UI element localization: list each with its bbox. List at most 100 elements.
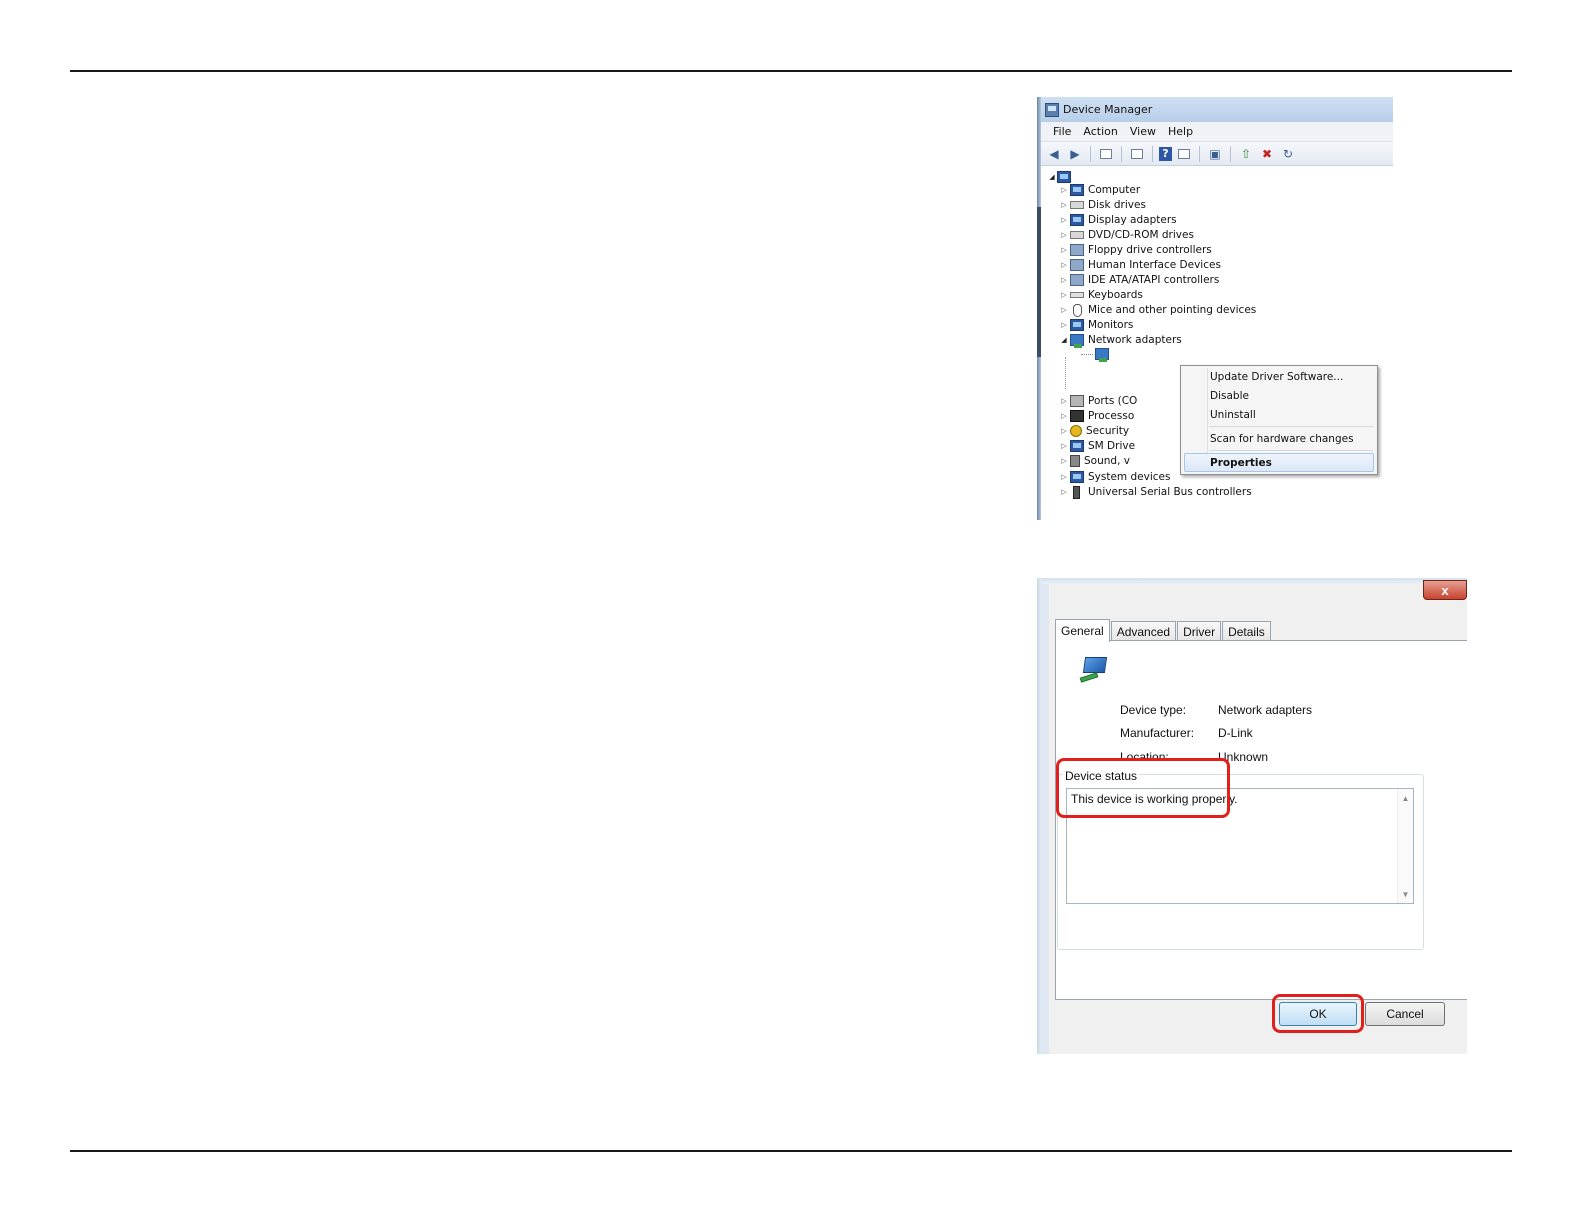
properties-menu-item[interactable]: Properties	[1210, 454, 1272, 471]
cancel-button[interactable]: Cancel	[1365, 1002, 1445, 1026]
tree-item-computer[interactable]: ▷ Computer	[1059, 183, 1140, 197]
tree-item-network-adapters[interactable]: ◢ Network adapters	[1059, 333, 1182, 348]
menu-file[interactable]: File	[1047, 125, 1077, 138]
update-driver-menu-item[interactable]: Update Driver Software...	[1210, 368, 1343, 385]
action-pane-icon[interactable]	[1175, 145, 1193, 163]
tree-item-label: Display adapters	[1088, 214, 1177, 226]
tree-connector	[1081, 353, 1093, 355]
show-hide-console-tree-icon[interactable]	[1097, 145, 1115, 163]
device-manager-icon	[1045, 102, 1059, 117]
collapse-arrow-icon[interactable]: ◢	[1047, 173, 1057, 181]
collapse-arrow-icon[interactable]: ◢	[1059, 336, 1069, 344]
device-manager-window: Device Manager File Action View Help ◀ ▶…	[1037, 97, 1393, 520]
manufacturer-value: D-Link	[1218, 726, 1253, 740]
uninstall-menu-item[interactable]: Uninstall	[1210, 406, 1256, 423]
expand-arrow-icon[interactable]: ▷	[1059, 321, 1069, 329]
expand-arrow-icon[interactable]: ▷	[1059, 412, 1069, 420]
tree-item-label: Human Interface Devices	[1088, 259, 1221, 271]
disk-drive-icon	[1070, 201, 1084, 209]
expand-arrow-icon[interactable]: ▷	[1059, 473, 1069, 481]
tree-item-ide-controllers[interactable]: ▷ IDE ATA/ATAPI controllers	[1059, 273, 1219, 287]
disable-menu-item[interactable]: Disable	[1210, 387, 1249, 404]
dialog-frame-inner	[1041, 584, 1049, 1054]
expand-arrow-icon[interactable]: ▷	[1059, 397, 1069, 405]
expand-arrow-icon[interactable]: ▷	[1059, 488, 1069, 496]
scroll-up-icon[interactable]: ▲	[1398, 791, 1413, 805]
expand-arrow-icon[interactable]: ▷	[1059, 201, 1069, 209]
dialog-frame-top	[1037, 578, 1467, 584]
expand-arrow-icon[interactable]: ▷	[1059, 186, 1069, 194]
tree-item-floppy-controllers[interactable]: ▷ Floppy drive controllers	[1059, 243, 1212, 257]
disable-icon[interactable]: ↻	[1279, 145, 1297, 163]
tree-item-processors[interactable]: ▷ Processo	[1059, 409, 1134, 423]
update-driver-icon[interactable]: ⇧	[1237, 145, 1255, 163]
uninstall-icon[interactable]: ✖	[1258, 145, 1276, 163]
expand-arrow-icon[interactable]: ▷	[1059, 427, 1069, 435]
tree-item-security[interactable]: ▷ Security	[1059, 424, 1129, 438]
usb-icon	[1073, 485, 1080, 499]
scan-hardware-icon[interactable]: ▣	[1206, 145, 1224, 163]
manufacturer-label: Manufacturer:	[1120, 726, 1195, 740]
device-status-highlight	[1056, 758, 1230, 818]
tree-item-hid[interactable]: ▷ Human Interface Devices	[1059, 258, 1221, 272]
menu-help[interactable]: Help	[1162, 125, 1199, 138]
tree-item-dvd-drives[interactable]: ▷ DVD/CD-ROM drives	[1059, 228, 1194, 242]
tab-advanced[interactable]: Advanced	[1110, 621, 1177, 641]
tree-item-sound[interactable]: ▷ Sound, v	[1059, 454, 1130, 468]
help-icon[interactable]: ?	[1159, 146, 1172, 161]
tree-root[interactable]: ◢	[1047, 171, 1075, 183]
tree-item-usb-controllers[interactable]: ▷ Universal Serial Bus controllers	[1059, 485, 1252, 499]
tab-details[interactable]: Details	[1222, 621, 1271, 641]
menu-bar: File Action View Help	[1041, 122, 1393, 142]
expand-arrow-icon[interactable]: ▷	[1059, 442, 1069, 450]
tree-item-system-devices[interactable]: ▷ System devices	[1059, 470, 1170, 484]
ide-controller-icon	[1070, 274, 1084, 286]
close-button[interactable]: x	[1423, 580, 1467, 600]
tree-item-label: System devices	[1088, 471, 1171, 483]
ok-button-highlight	[1272, 994, 1364, 1033]
tree-item-monitors[interactable]: ▷ Monitors	[1059, 318, 1133, 332]
network-adapter-device[interactable]	[1081, 348, 1113, 362]
properties-icon[interactable]	[1128, 145, 1146, 163]
tree-item-sm-driver[interactable]: ▷ SM Drive	[1059, 439, 1135, 453]
status-scrollbar[interactable]: ▲ ▼	[1397, 789, 1413, 903]
system-device-icon	[1070, 471, 1084, 483]
tree-item-mice[interactable]: ▷ Mice and other pointing devices	[1059, 303, 1256, 317]
keyboard-icon	[1070, 292, 1084, 298]
expand-arrow-icon[interactable]: ▷	[1059, 231, 1069, 239]
computer-icon	[1057, 171, 1071, 183]
forward-arrow-icon[interactable]: ▶	[1066, 145, 1084, 163]
menu-action[interactable]: Action	[1077, 125, 1123, 138]
toolbar-separator	[1199, 145, 1200, 162]
expand-arrow-icon[interactable]: ▷	[1059, 276, 1069, 284]
expand-arrow-icon[interactable]: ▷	[1059, 261, 1069, 269]
tree-item-label: Disk drives	[1088, 199, 1146, 211]
tree-item-keyboards[interactable]: ▷ Keyboards	[1059, 288, 1143, 302]
tree-item-ports[interactable]: ▷ Ports (CO	[1059, 394, 1137, 408]
context-menu: Update Driver Software... Disable Uninst…	[1180, 365, 1378, 475]
scroll-down-icon[interactable]: ▼	[1398, 887, 1413, 901]
window-title: Device Manager	[1063, 103, 1153, 116]
tree-item-label: Universal Serial Bus controllers	[1088, 486, 1252, 498]
tree-item-label: Security	[1086, 425, 1130, 437]
tab-general[interactable]: General	[1055, 619, 1110, 642]
tab-driver[interactable]: Driver	[1177, 621, 1222, 641]
tree-connector	[1065, 357, 1066, 389]
expand-arrow-icon[interactable]: ▷	[1059, 457, 1069, 465]
back-arrow-icon[interactable]: ◀	[1045, 145, 1063, 163]
tree-item-display-adapters[interactable]: ▷ Display adapters	[1059, 213, 1177, 227]
device-tree: ◢ ▷ Computer ▷ Disk drives ▷ Display ada…	[1041, 167, 1393, 520]
toolbar-separator	[1090, 145, 1091, 162]
scan-hardware-menu-item[interactable]: Scan for hardware changes	[1210, 430, 1354, 447]
tree-item-label: SM Drive	[1088, 440, 1136, 452]
tree-item-label: Sound, v	[1084, 455, 1130, 467]
tab-strip: General Advanced Driver Details	[1055, 618, 1272, 642]
tree-item-disk-drives[interactable]: ▷ Disk drives	[1059, 198, 1146, 212]
tree-item-label: Ports (CO	[1088, 395, 1138, 407]
expand-arrow-icon[interactable]: ▷	[1059, 246, 1069, 254]
menu-view[interactable]: View	[1124, 125, 1162, 138]
device-manager-titlebar[interactable]: Device Manager	[1041, 97, 1393, 122]
expand-arrow-icon[interactable]: ▷	[1059, 306, 1069, 314]
expand-arrow-icon[interactable]: ▷	[1059, 291, 1069, 299]
expand-arrow-icon[interactable]: ▷	[1059, 216, 1069, 224]
